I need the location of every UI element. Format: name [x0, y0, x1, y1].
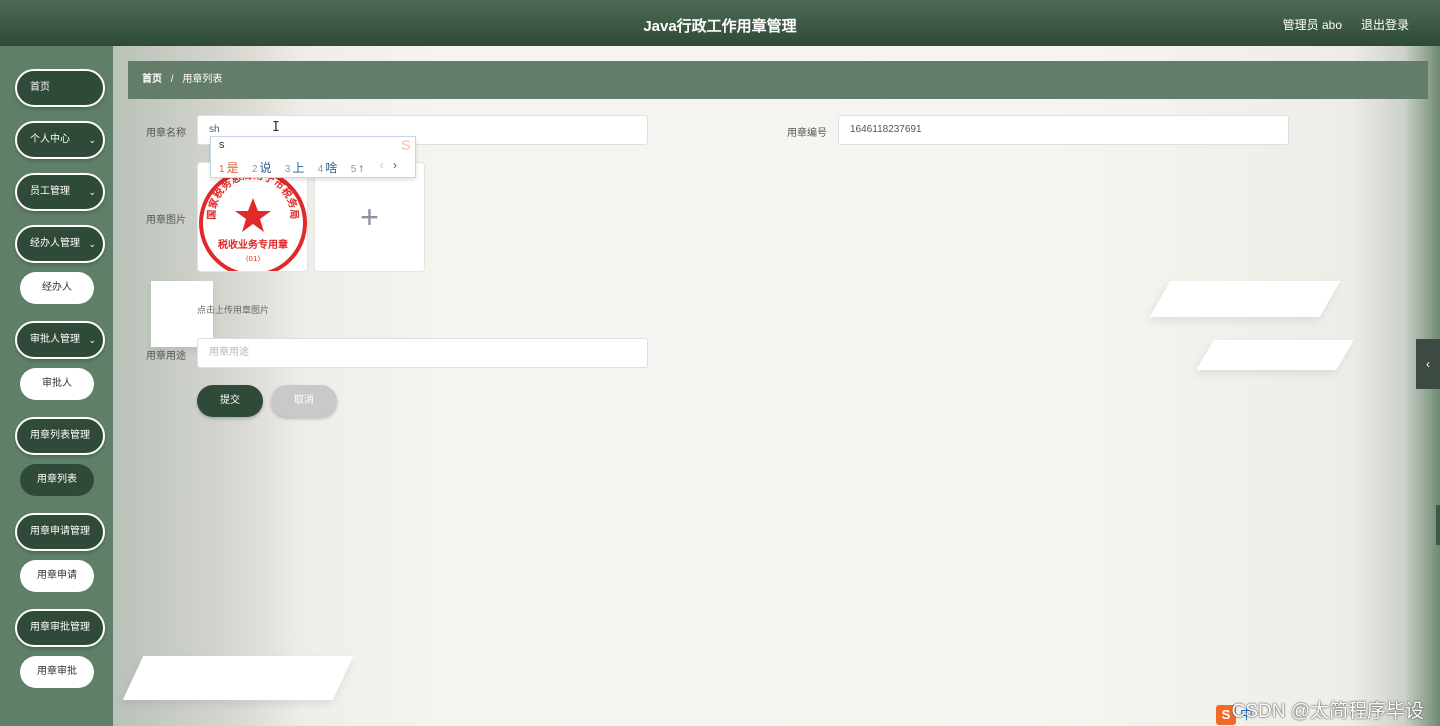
sidebar-item-seal-apply-mgmt[interactable]: 用章申请管理 — [15, 513, 105, 551]
seal-code-label: 用章编号 — [787, 128, 827, 139]
star-icon — [235, 198, 271, 232]
seal-usage-label: 用章用途 — [146, 351, 186, 362]
sidebar-item-seal-approve-mgmt[interactable]: 用章审批管理 — [15, 609, 105, 647]
sidebar-item-label: 用章申请管理 — [30, 526, 90, 537]
current-user: 管理员 abo — [1282, 18, 1342, 32]
seal-number: (01) — [246, 255, 261, 263]
seal-image-label: 用章图片 — [146, 215, 186, 226]
upload-tip: 点击上传用章图片 — [197, 305, 270, 315]
sogou-logo-icon: S — [400, 137, 411, 154]
sidebar-item-label: 首页 — [30, 82, 50, 93]
chevron-left-icon[interactable]: ‹ — [380, 158, 384, 172]
ime-candidate[interactable]: 3上 — [285, 161, 305, 175]
watermark: CSDN @太简程序毕设 — [1231, 701, 1424, 722]
breadcrumb-separator: / — [170, 74, 174, 85]
seal-image-preview[interactable]: 国家税务总局南宁市税务局 税收业务专用章 (01) — [197, 162, 308, 272]
ime-page-nav: ‹ › — [380, 158, 397, 172]
seal-code-value: 1646118237691 — [850, 124, 922, 135]
submit-button[interactable]: 提交 — [197, 385, 263, 417]
sidebar-item-label: 审批人管理 — [30, 334, 80, 345]
sidebar-item-label: 个人中心 — [30, 134, 70, 145]
sidebar-subitem-approver[interactable]: 审批人 — [20, 368, 94, 400]
ime-candidate[interactable]: 4啥 — [318, 161, 338, 175]
ime-candidate[interactable]: 1是 — [219, 161, 239, 175]
sidebar-item-seal-list-mgmt[interactable]: 用章列表管理 — [15, 417, 105, 455]
sidebar-item-employees[interactable]: 员工管理 ⌄ — [15, 173, 105, 211]
seal-name-value: sh — [209, 124, 220, 135]
chevron-down-icon: ⌄ — [88, 187, 96, 197]
ime-candidates: 1是 2说 3上 4啥 5 ↑ — [219, 159, 374, 176]
sidebar-item-label: 用章列表管理 — [30, 430, 90, 441]
text-cursor-icon: I — [272, 120, 280, 135]
seal-code-input[interactable]: 1646118237691 — [838, 115, 1289, 145]
background-shelf — [1196, 340, 1354, 370]
plus-icon: + — [360, 199, 379, 235]
chevron-down-icon: ⌄ — [88, 135, 96, 145]
chevron-down-icon: ⌄ — [88, 335, 96, 345]
sidebar-subitem-seal-list[interactable]: 用章列表 — [20, 464, 94, 496]
seal-name-label: 用章名称 — [146, 128, 186, 139]
sidebar: 首页 个人中心 ⌄ 员工管理 ⌄ 经办人管理 ⌄ 经办人 审批人管理 ⌄ 审批人… — [0, 46, 113, 726]
chevron-left-icon: ‹ — [1426, 357, 1430, 371]
seal-usage-placeholder: 用章用途 — [209, 347, 249, 358]
top-header: Java行政工作用章管理 管理员 abo 退出登录 — [0, 0, 1440, 46]
sidebar-item-approver-mgmt[interactable]: 审批人管理 ⌄ — [15, 321, 105, 359]
app-title: Java行政工作用章管理 — [643, 18, 797, 35]
breadcrumb: 首页 / 用章列表 — [128, 61, 1428, 99]
seal-usage-input[interactable]: 用章用途 — [197, 338, 648, 368]
ime-pinyin: s — [219, 139, 225, 151]
sidebar-item-home[interactable]: 首页 — [15, 69, 105, 107]
seal-stamp-image: 国家税务总局南宁市税务局 税收业务专用章 (01) — [199, 168, 307, 271]
ime-candidate[interactable]: 5 ↑ — [351, 161, 365, 175]
side-panel-toggle[interactable]: ‹ — [1416, 339, 1440, 389]
background-shelf — [122, 656, 354, 700]
sidebar-item-label: 用章审批管理 — [30, 622, 90, 633]
breadcrumb-current: 用章列表 — [182, 74, 223, 85]
add-image-button[interactable]: + — [314, 162, 425, 272]
chevron-right-icon[interactable]: › — [393, 158, 397, 172]
sidebar-subitem-seal-apply[interactable]: 用章申请 — [20, 560, 94, 592]
ime-candidate-popup: s S 1是 2说 3上 4啥 5 ↑ ‹ › — [210, 136, 416, 178]
sidebar-item-handler-mgmt[interactable]: 经办人管理 ⌄ — [15, 225, 105, 263]
cancel-button[interactable]: 取消 — [271, 385, 337, 417]
sidebar-subitem-handler[interactable]: 经办人 — [20, 272, 94, 304]
background-shelf — [1149, 281, 1341, 317]
sidebar-item-profile[interactable]: 个人中心 ⌄ — [15, 121, 105, 159]
seal-center-text: 税收业务专用章 — [218, 238, 288, 251]
ime-candidate[interactable]: 2说 — [252, 161, 272, 175]
sidebar-item-label: 经办人管理 — [30, 238, 80, 249]
scroll-edge-marker — [1436, 505, 1440, 545]
breadcrumb-home[interactable]: 首页 — [142, 74, 162, 85]
sidebar-subitem-seal-approve[interactable]: 用章审批 — [20, 656, 94, 688]
logout-link[interactable]: 退出登录 — [1361, 16, 1409, 33]
chevron-down-icon: ⌄ — [88, 239, 96, 249]
sidebar-item-label: 员工管理 — [30, 186, 70, 197]
